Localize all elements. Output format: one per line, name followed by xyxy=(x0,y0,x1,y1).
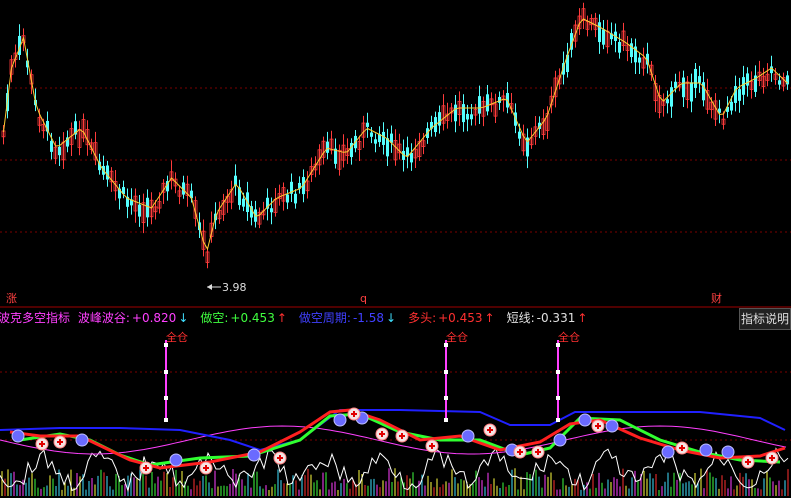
signal-node xyxy=(556,370,560,374)
indicator-dot-purple xyxy=(169,453,183,467)
indicator-values: 波峰波谷: +0.820 ↓ 做空: +0.453 ↑ 做空周期: -1.58 ↓ 多头: +0.4… xyxy=(78,311,600,325)
candle-body xyxy=(486,94,489,112)
indicator-dot-purple xyxy=(461,429,475,443)
signal-node xyxy=(444,396,448,400)
indicator-dot-purple xyxy=(75,433,89,447)
candle-body xyxy=(466,113,469,120)
indicator-dot-purple xyxy=(661,445,675,459)
candle-body xyxy=(742,77,745,95)
marker-right: 财 xyxy=(711,292,722,305)
indicator-item-arrow: ↓ xyxy=(386,311,397,325)
indicator-dot-purple xyxy=(11,429,25,443)
signal-node xyxy=(556,418,560,422)
candle-body xyxy=(294,193,297,204)
candle-body xyxy=(630,43,633,58)
indicator-item-arrow: ↑ xyxy=(484,311,495,325)
indicator-name: 波克多空指标 xyxy=(0,311,71,325)
candle-body xyxy=(698,76,701,83)
indicator-item-value: +0.453 xyxy=(230,311,275,325)
candle-body xyxy=(738,89,741,101)
indicator-item: 做空: +0.453 ↑ xyxy=(200,311,295,325)
marker-left: 涨 xyxy=(6,292,17,305)
indicator-dot-purple xyxy=(721,445,735,459)
candle-body xyxy=(470,114,473,120)
low-price-label: 3.98 xyxy=(222,281,247,294)
signal-label-1: 全仓 xyxy=(166,331,188,344)
indicator-item-value: +0.820 xyxy=(131,311,177,325)
signal-node xyxy=(164,418,168,422)
candle-body xyxy=(50,140,53,152)
indicator-item: 短线: -0.331 ↑ xyxy=(507,311,596,325)
indicator-dot-purple xyxy=(699,443,713,457)
indicator-bars xyxy=(1,468,789,496)
marker-mid: q xyxy=(360,292,367,305)
candle-body xyxy=(462,104,465,123)
indicator-item-arrow: ↓ xyxy=(178,311,189,325)
candle-body xyxy=(370,132,373,137)
candle-body xyxy=(666,99,669,104)
indicator-item: 做空周期: -1.58 ↓ xyxy=(299,311,404,325)
candle-body xyxy=(58,146,61,156)
candle-body xyxy=(242,198,245,207)
indicator-item-label: 波峰波谷: xyxy=(77,311,130,325)
indicator-item: 多头: +0.453 ↑ xyxy=(408,311,503,325)
indicator-item-label: 做空: xyxy=(200,311,229,325)
candle-body xyxy=(410,152,413,163)
indicator-dot-purple xyxy=(247,448,261,462)
candle-body xyxy=(270,208,273,213)
indicator-dot-purple xyxy=(553,433,567,447)
candle-body xyxy=(682,77,685,98)
signal-label-3: 全仓 xyxy=(558,331,580,344)
candle-body xyxy=(386,138,389,157)
candle-body xyxy=(138,204,141,217)
indicator-dot-purple xyxy=(605,419,619,433)
indicator-item-label: 短线: xyxy=(506,311,535,325)
indicator-help-button[interactable]: 指标说明 xyxy=(739,308,791,330)
stock-chart-canvas[interactable] xyxy=(0,0,791,498)
candle-body xyxy=(690,82,693,102)
candle-body xyxy=(618,41,621,53)
candle-body xyxy=(454,104,457,122)
candle-body xyxy=(518,131,521,139)
indicator-item-value: -0.331 xyxy=(536,311,576,325)
candle-body xyxy=(670,87,673,107)
signal-node xyxy=(164,370,168,374)
signal-node xyxy=(164,396,168,400)
indicator-item-label: 多头: xyxy=(408,311,437,325)
indicator-item: 波峰波谷: +0.820 ↓ xyxy=(78,311,197,325)
candle-body xyxy=(602,29,605,45)
indicator-item-arrow: ↑ xyxy=(276,311,287,325)
signal-node xyxy=(444,370,448,374)
candle-body xyxy=(746,73,749,86)
candle-body xyxy=(374,139,377,144)
indicator-dot-purple xyxy=(578,413,592,427)
candle-body xyxy=(598,22,601,43)
indicator-item-value: -1.58 xyxy=(352,311,385,325)
candle-body xyxy=(478,96,481,114)
indicator-item-label: 做空周期: xyxy=(298,311,351,325)
candle-body xyxy=(730,101,733,111)
signal-node xyxy=(444,418,448,422)
candle-body xyxy=(366,122,369,127)
indicator-item-arrow: ↑ xyxy=(577,311,588,325)
indicator-header: 波克多空指标 波峰波谷: +0.820 ↓ 做空: +0.453 ↑ 做空周期: -1.58 ↓… xyxy=(0,308,740,328)
candle-body xyxy=(326,141,329,153)
indicator-dot-purple xyxy=(333,413,347,427)
candle-body xyxy=(146,197,149,218)
candle-body xyxy=(438,112,441,126)
signal-label-2: 全仓 xyxy=(446,331,468,344)
candle-body xyxy=(778,80,781,85)
candle-body xyxy=(638,57,641,63)
signal-node xyxy=(556,396,560,400)
price-candles xyxy=(1,2,789,269)
candle-body xyxy=(382,131,385,145)
low-arrow-head xyxy=(207,284,212,290)
candle-body xyxy=(694,68,697,88)
candle-body xyxy=(106,165,109,180)
candle-body xyxy=(286,194,289,203)
candle-body xyxy=(702,82,705,101)
indicator-item-value: +0.453 xyxy=(438,311,483,325)
